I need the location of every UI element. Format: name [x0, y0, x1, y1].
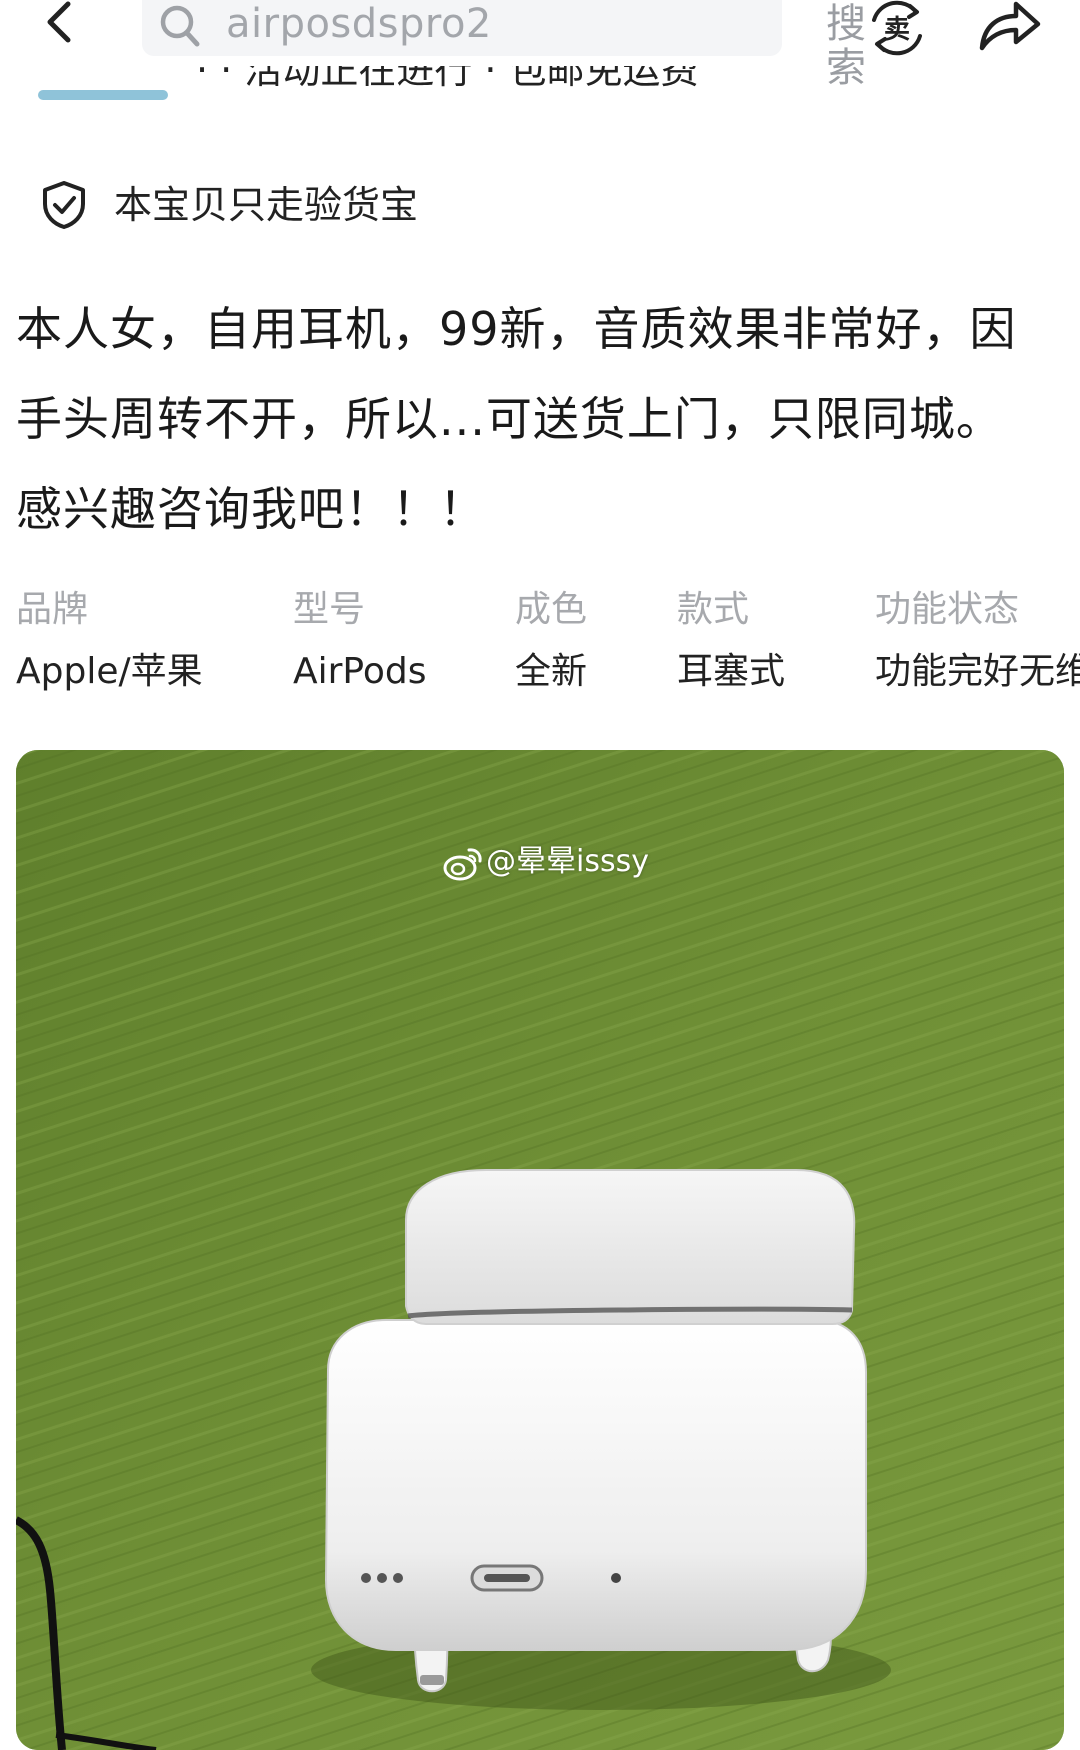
chevron-left-icon	[47, 1, 71, 43]
top-bar: airposdspro2 搜索 卖	[0, 0, 1080, 90]
item-attributes: 品牌 Apple/苹果 型号 AirPods 成色 全新 款式 耳塞式 功能状态…	[0, 588, 1080, 698]
scrolled-offscreen-row: · · 活动正在进行 · 包邮免运费	[0, 66, 1080, 126]
cut-off-text: · · 活动正在进行 · 包邮免运费	[196, 66, 699, 92]
cut-off-tag	[38, 90, 168, 100]
search-query: airposdspro2	[226, 1, 492, 47]
weibo-logo-icon	[443, 848, 482, 881]
sell-button[interactable]: 卖	[866, 0, 928, 56]
description-line: 本人女，自用耳机，99新，音质效果非常好，因	[16, 302, 1017, 356]
sell-icon: 卖	[872, 0, 922, 56]
attribute-value: Apple/苹果	[16, 651, 203, 692]
attribute-label: 款式	[677, 589, 750, 630]
attribute-label: 品牌	[16, 589, 89, 630]
search-icon	[160, 5, 200, 47]
attribute-label: 型号	[293, 589, 366, 630]
description-line: 感兴趣咨询我吧！！！	[16, 482, 486, 536]
attribute-style: 款式 耳塞式	[677, 588, 785, 694]
attribute-model: 型号 AirPods	[293, 588, 427, 694]
search-input[interactable]: airposdspro2 搜索	[142, 0, 866, 90]
item-description: 本人女，自用耳机，99新，音质效果非常好，因 手头周转不开，所以...可送货上门…	[16, 284, 1076, 554]
attribute-value: 功能完好无维修	[875, 651, 1080, 692]
guarantee-text: 本宝贝只走验货宝	[114, 183, 419, 227]
attribute-value: AirPods	[293, 651, 427, 692]
description-line: 手头周转不开，所以...可送货上门，只限同城。	[16, 392, 1003, 446]
svg-text:卖: 卖	[884, 15, 910, 45]
shield-check-icon	[43, 181, 85, 229]
attribute-function: 功能状态 功能完好无维修	[875, 588, 1080, 694]
attribute-brand: 品牌 Apple/苹果	[16, 588, 203, 694]
back-button[interactable]	[38, 0, 80, 50]
attribute-label: 功能状态	[875, 589, 1020, 630]
attribute-value: 全新	[515, 651, 588, 692]
attribute-value: 耳塞式	[677, 651, 786, 692]
attribute-condition: 成色 全新	[515, 588, 587, 694]
watermark-text: @晕晕isssy	[486, 844, 649, 879]
attribute-label: 成色	[515, 589, 588, 630]
product-photo[interactable]: @晕晕isssy	[16, 750, 1064, 1750]
photo-scene	[16, 750, 1064, 1750]
share-icon	[979, 1, 1041, 51]
share-button[interactable]	[976, 0, 1042, 52]
